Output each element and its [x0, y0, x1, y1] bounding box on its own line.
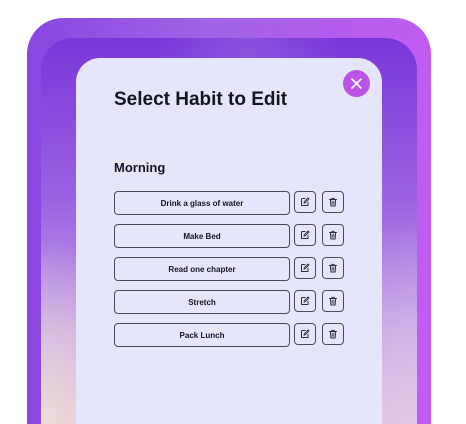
edit-icon [301, 230, 310, 239]
dialog-title: Select Habit to Edit [114, 89, 288, 110]
trash-icon [329, 296, 337, 306]
edit-habit-button[interactable] [294, 290, 316, 312]
habit-row: Pack Lunch [114, 323, 346, 347]
trash-icon [329, 197, 337, 207]
habit-button[interactable]: Read one chapter [114, 257, 290, 281]
habit-button[interactable]: Drink a glass of water [114, 191, 290, 215]
delete-habit-button[interactable] [322, 257, 344, 279]
habit-button[interactable]: Pack Lunch [114, 323, 290, 347]
habit-button[interactable]: Make Bed [114, 224, 290, 248]
trash-icon [329, 263, 337, 273]
close-icon [351, 78, 362, 89]
section-title-morning: Morning [114, 160, 166, 175]
edit-icon [301, 329, 310, 338]
edit-habit-button[interactable] [294, 257, 316, 279]
edit-habit-button[interactable] [294, 191, 316, 213]
habit-button[interactable]: Stretch [114, 290, 290, 314]
delete-habit-button[interactable] [322, 224, 344, 246]
delete-habit-button[interactable] [322, 323, 344, 345]
trash-icon [329, 230, 337, 240]
habit-row: Make Bed [114, 224, 346, 248]
close-button[interactable] [343, 70, 370, 97]
edit-icon [301, 263, 310, 272]
habit-row: Read one chapter [114, 257, 346, 281]
edit-habit-button[interactable] [294, 224, 316, 246]
trash-icon [329, 329, 337, 339]
habit-row: Drink a glass of water [114, 191, 346, 215]
edit-icon [301, 296, 310, 305]
delete-habit-button[interactable] [322, 191, 344, 213]
habit-row: Stretch [114, 290, 346, 314]
habit-list: Drink a glass of water Make Bed Read one… [114, 191, 346, 356]
edit-icon [301, 197, 310, 206]
delete-habit-button[interactable] [322, 290, 344, 312]
edit-habit-button[interactable] [294, 323, 316, 345]
